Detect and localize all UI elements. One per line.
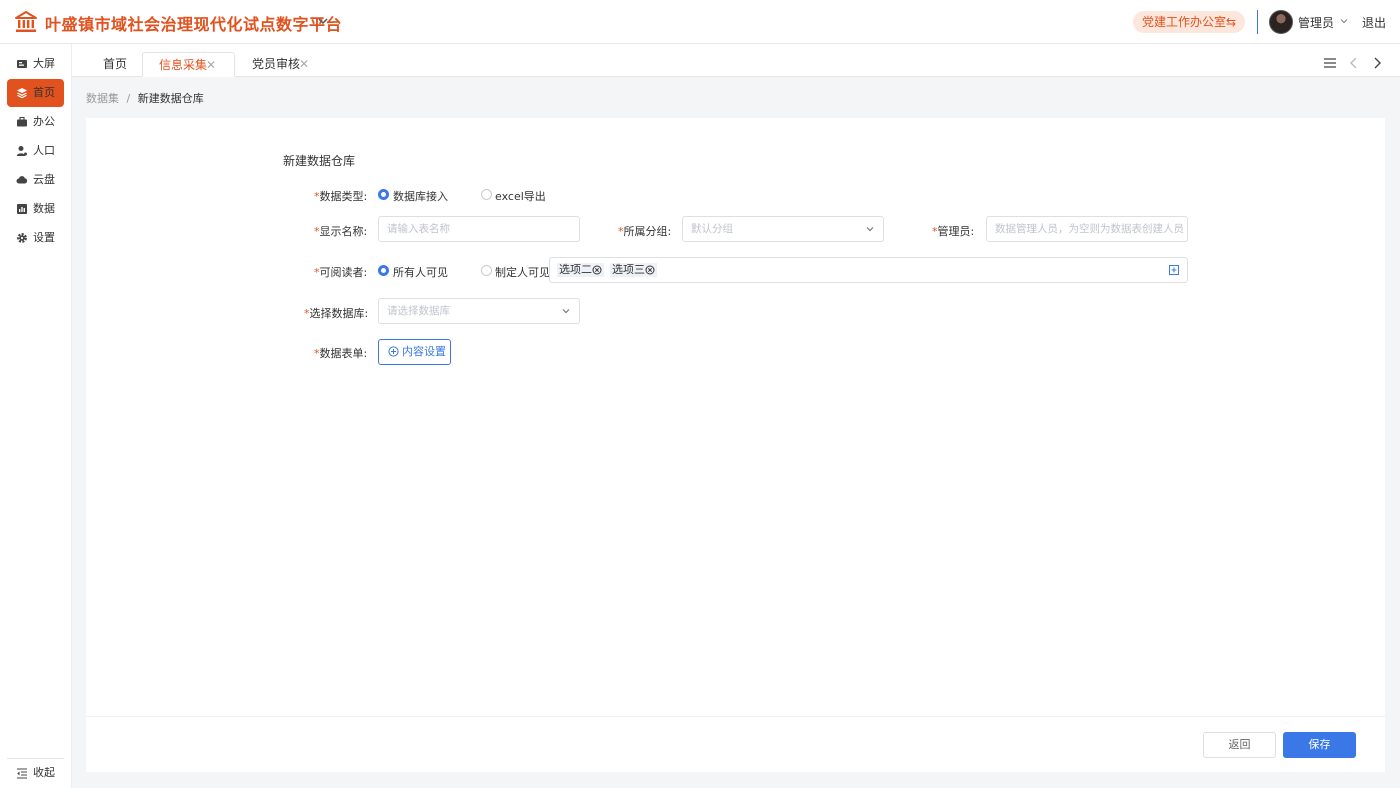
radio-database-label[interactable]: 数据库接入 xyxy=(393,188,448,204)
radio-specified-visible-label[interactable]: 制定人可见 xyxy=(495,264,550,280)
tab-info-collection[interactable]: 信息采集 ✕ xyxy=(142,52,235,77)
radio-excel-label[interactable]: excel导出 xyxy=(495,188,546,204)
person-icon xyxy=(16,146,27,156)
sidebar-item-label: 大屏 xyxy=(33,57,55,70)
sidebar-item-screen[interactable]: 大屏 xyxy=(7,50,64,78)
screen-icon xyxy=(17,60,27,68)
database-label: *选择数据库: xyxy=(304,307,369,320)
sidebar-item-cloud[interactable]: 云盘 xyxy=(7,166,64,194)
gear-icon xyxy=(17,233,27,243)
database-select[interactable]: 请选择数据库 xyxy=(378,298,580,324)
content-settings-label: 内容设置 xyxy=(402,345,446,358)
institution-logo-icon xyxy=(15,11,37,32)
office-label: 党建工作办公室 xyxy=(1142,15,1227,29)
sidebar-item-office[interactable]: 办公 xyxy=(7,108,64,136)
tag-option-three: 选项三 xyxy=(610,263,657,277)
chevron-down-icon xyxy=(866,227,874,232)
radio-all-visible[interactable] xyxy=(378,265,389,276)
breadcrumb-current: 新建数据仓库 xyxy=(137,92,204,105)
breadcrumb: 数据集 / 新建数据仓库 xyxy=(86,90,204,106)
chevron-right-icon[interactable] xyxy=(1370,56,1384,70)
radio-all-visible-label[interactable]: 所有人可见 xyxy=(393,264,448,280)
sidebar-item-label: 设置 xyxy=(33,231,55,244)
group-label: *所属分组: xyxy=(618,225,672,238)
group-select[interactable]: 默认分组 xyxy=(682,216,884,242)
form-title: 新建数据仓库 xyxy=(283,154,356,168)
sidebar-item-label: 云盘 xyxy=(33,173,55,186)
collapse-icon xyxy=(17,768,27,779)
radio-excel[interactable] xyxy=(481,189,492,200)
breadcrumb-parent[interactable]: 数据集 xyxy=(86,92,119,105)
header-divider xyxy=(1257,10,1258,34)
tab-member-review[interactable]: 党员审核 ✕ xyxy=(252,52,332,77)
close-icon[interactable]: ✕ xyxy=(206,53,216,77)
tab-label: 党员审核 xyxy=(252,57,301,71)
chevron-down-icon xyxy=(562,309,570,314)
menu-icon[interactable] xyxy=(1323,56,1337,70)
tab-home[interactable]: 首页 xyxy=(103,52,127,77)
user-name[interactable]: 管理员 xyxy=(1298,14,1334,31)
display-name-label: *显示名称: xyxy=(314,225,368,238)
content-settings-button[interactable]: 内容设置 xyxy=(378,339,451,365)
data-form-label: *数据表单: xyxy=(314,347,368,360)
admin-input[interactable]: 数据管理人员，为空则为数据表创建人员 xyxy=(986,216,1188,242)
sidebar-item-settings[interactable]: 设置 xyxy=(7,224,64,252)
bar-chart-icon xyxy=(17,204,27,214)
close-icon[interactable]: ✕ xyxy=(299,52,309,76)
close-circle-icon[interactable] xyxy=(592,265,602,275)
sidebar: 大屏 首页 办公 人口 云盘 数据 设置 收起 xyxy=(0,44,72,788)
radio-specified-visible[interactable] xyxy=(481,265,492,276)
layers-icon xyxy=(17,88,27,99)
chevron-down-icon[interactable] xyxy=(1339,16,1349,26)
tag-label: 选项二 xyxy=(559,263,592,276)
tab-label: 首页 xyxy=(103,57,128,71)
save-button[interactable]: 保存 xyxy=(1283,732,1356,758)
chevron-down-icon[interactable] xyxy=(316,14,330,28)
avatar[interactable] xyxy=(1269,10,1293,34)
sidebar-collapse-label: 收起 xyxy=(33,766,55,779)
swap-icon: ⇆ xyxy=(1225,15,1236,29)
plus-circle-icon xyxy=(388,346,399,357)
office-switch-button[interactable]: 党建工作办公室 ⇆ xyxy=(1133,11,1245,33)
data-type-label: *数据类型: xyxy=(314,190,368,203)
sidebar-item-label: 首页 xyxy=(33,86,55,99)
app-title: 叶盛镇市域社会治理现代化试点数字平台 xyxy=(45,15,343,34)
sidebar-item-label: 数据 xyxy=(33,202,55,215)
database-select-value: 请选择数据库 xyxy=(387,305,450,317)
chevron-left-icon[interactable] xyxy=(1347,56,1361,70)
sidebar-item-home[interactable]: 首页 xyxy=(7,79,64,107)
admin-label: *管理员: xyxy=(932,225,975,238)
cloud-icon xyxy=(16,176,28,184)
radio-database[interactable] xyxy=(378,189,389,200)
sidebar-item-data[interactable]: 数据 xyxy=(7,195,64,223)
display-name-input[interactable]: 请输入表名称 xyxy=(378,216,580,242)
logout-link[interactable]: 退出 xyxy=(1362,14,1386,31)
sidebar-item-label: 人口 xyxy=(33,144,55,157)
add-square-icon[interactable] xyxy=(1169,265,1179,275)
sidebar-collapse-button[interactable]: 收起 xyxy=(7,759,64,787)
tab-bar: 首页 信息采集 ✕ 党员审核 ✕ xyxy=(72,44,1400,77)
readers-label: *可阅读者: xyxy=(314,266,368,279)
tag-label: 选项三 xyxy=(612,263,645,276)
close-circle-icon[interactable] xyxy=(645,265,655,275)
tag-option-two: 选项二 xyxy=(557,263,604,277)
footer-divider xyxy=(86,716,1385,717)
sidebar-item-label: 办公 xyxy=(33,115,55,128)
tab-label: 信息采集 xyxy=(159,58,208,72)
back-button[interactable]: 返回 xyxy=(1203,732,1276,758)
briefcase-icon xyxy=(17,116,27,127)
group-select-value: 默认分组 xyxy=(691,223,733,235)
sidebar-item-population[interactable]: 人口 xyxy=(7,137,64,165)
top-header: 叶盛镇市域社会治理现代化试点数字平台 党建工作办公室 ⇆ 管理员 退出 xyxy=(0,0,1400,44)
breadcrumb-separator: / xyxy=(126,92,131,105)
